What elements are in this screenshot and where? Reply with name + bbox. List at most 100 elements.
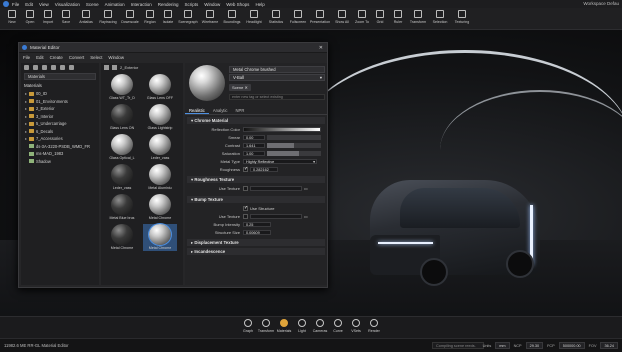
section-bump-texture[interactable]: ▾ Bump Texture [187, 196, 325, 203]
toolbar-boundings-button[interactable]: Boundings [221, 8, 243, 30]
material-thumbnail-selected[interactable]: Metal Chrome [143, 223, 177, 251]
material-thumbnail[interactable]: Glass Lightstrip [143, 104, 177, 131]
tab-npr[interactable]: NPR [232, 107, 249, 114]
folder-icon[interactable]: ▭ [304, 186, 308, 191]
contrast-slider[interactable] [267, 142, 321, 148]
toolbar-fullscreen-button[interactable]: Fullscreen [287, 8, 309, 30]
dock-transform-button[interactable]: Transform [257, 317, 275, 339]
toolbar-zoom-to-button[interactable]: Zoom To [353, 8, 371, 30]
material-thumbnail[interactable]: Glass Lens OFF [143, 74, 177, 101]
menu-help[interactable]: Help [255, 2, 264, 7]
menu-interaction[interactable]: Interaction [131, 2, 152, 7]
saturation-slider[interactable] [267, 150, 321, 156]
toolbar-raytracing-button[interactable]: Raytracing [97, 8, 119, 30]
menu-scripts[interactable]: Scripts [184, 2, 198, 7]
menu-view[interactable]: View [39, 2, 49, 7]
tree-item[interactable]: ▸ 2_Exterior [21, 105, 99, 113]
roughness-use-texture-checkbox[interactable] [243, 185, 248, 191]
tree-item[interactable]: ▸ 01_Environments [21, 98, 99, 106]
tree-item[interactable]: ds-3A-3220-PSDB_WMD_FR [21, 143, 99, 151]
material-thumbnail[interactable]: Metal Chrome [105, 224, 139, 251]
dock-cameras-button[interactable]: Cameras [311, 317, 329, 339]
tab-analytic[interactable]: Analytic [209, 107, 232, 114]
me-menu-convert[interactable]: Convert [69, 55, 84, 60]
tree-item[interactable]: ▸ 7_Accessories [21, 135, 99, 143]
dock-render-button[interactable]: Render [365, 317, 383, 339]
material-thumbnail[interactable]: Leder_vass [105, 164, 139, 191]
material-thumbnail[interactable]: Glass Lens ON [105, 104, 139, 131]
dock-vsets-button[interactable]: VSets [347, 317, 365, 339]
renderer-select[interactable]: V-Ball ▾ [229, 74, 325, 81]
menu-edit[interactable]: Edit [25, 2, 33, 7]
material-thumbnail[interactable]: Glass Optical_L [105, 134, 139, 161]
menu-rendering[interactable]: Rendering [158, 2, 179, 7]
toolbar-headlight-button[interactable]: Headlight [243, 8, 265, 30]
toolbar-save-button[interactable]: Save [57, 8, 75, 30]
menu-web-shops[interactable]: Web Shops [226, 2, 249, 7]
material-thumbnail[interactable]: Metal Aluminiu [143, 164, 177, 191]
dock-light-button[interactable]: Light [293, 317, 311, 339]
toolbar-downscale-button[interactable]: Downscale [119, 8, 141, 30]
delete-icon[interactable] [51, 65, 56, 70]
workspace-label[interactable]: Workspace Defau [583, 1, 619, 6]
material-name-field[interactable]: Metal Chrome brushed [229, 66, 325, 73]
add-icon[interactable] [24, 65, 29, 70]
menu-animation[interactable]: Animation [105, 2, 125, 7]
me-menu-file[interactable]: File [23, 55, 30, 60]
me-menu-window[interactable]: Window [108, 55, 124, 60]
smear-slider[interactable] [267, 134, 321, 140]
menu-icon[interactable] [69, 65, 74, 70]
folder-icon[interactable]: ▭ [304, 214, 308, 219]
smear-field[interactable]: 0.00 [243, 134, 265, 140]
bump-texture-field[interactable] [250, 213, 302, 219]
ncp-field[interactable]: 29.30 [525, 342, 544, 349]
copy-icon[interactable] [42, 65, 47, 70]
fov-field[interactable]: 36.24 [600, 342, 618, 349]
toolbar-selection-button[interactable]: Selection [429, 8, 451, 30]
metal-type-select[interactable]: Highly Reflective ▾ [243, 158, 317, 164]
tree-item[interactable]: ▸ 3_Interior [21, 113, 99, 121]
saturation-field[interactable]: 1.00 [243, 150, 265, 156]
fcp-field[interactable]: 500000.00 [558, 342, 585, 349]
material-thumbnail[interactable]: Metal Blue brus [105, 194, 139, 221]
close-icon[interactable]: ✕ [319, 45, 323, 51]
reflection-color-swatch[interactable] [243, 126, 321, 132]
tree-item[interactable]: ▸ 5_Undercarriage [21, 120, 99, 128]
material-thumbnail[interactable]: Metal Chrome [143, 194, 177, 221]
toolbar-statistics-button[interactable]: Statistics [265, 8, 287, 30]
menu-window[interactable]: Window [204, 2, 220, 7]
toolbar-ruler-button[interactable]: Ruler [389, 8, 407, 30]
menu-file[interactable]: File [12, 2, 19, 7]
toolbar-scenegraph-button[interactable]: Scenegraph [177, 8, 199, 30]
dock-curve-button[interactable]: Curve [329, 317, 347, 339]
contrast-field[interactable]: 1.641 [243, 142, 265, 148]
tag-input[interactable]: enter new tag or select existing [229, 94, 325, 100]
tree-item[interactable]: Shadow [21, 158, 99, 166]
material-thumbnail[interactable]: Leder_vass [143, 134, 177, 161]
tree-item[interactable]: ms-MAD_1983 [21, 150, 99, 158]
material-editor-titlebar[interactable]: Material Editor ✕ [19, 43, 327, 53]
bump-use-texture-checkbox[interactable] [243, 213, 248, 219]
toolbar-region-button[interactable]: Region [141, 8, 159, 30]
scene-tag-badge[interactable]: Scene ✕ [229, 84, 251, 91]
roughness-texture-field[interactable] [250, 185, 302, 191]
structure-size-field[interactable]: 0.00609 [243, 229, 271, 235]
roughness-field[interactable]: 0.282162 [250, 166, 278, 172]
up-icon[interactable] [112, 65, 117, 70]
tab-realistic[interactable]: Realistic [185, 107, 209, 114]
me-menu-select[interactable]: Select [90, 55, 102, 60]
toolbar-import-button[interactable]: Import [39, 8, 57, 30]
back-icon[interactable] [104, 65, 109, 70]
menu-visualization[interactable]: Visualization [55, 2, 80, 7]
toolbar-new-button[interactable]: New [3, 8, 21, 30]
section-chrome-material[interactable]: ▾ Chrome Material [187, 117, 325, 124]
me-menu-create[interactable]: Create [50, 55, 63, 60]
dock-graph-button[interactable]: Graph [239, 317, 257, 339]
toolbar-isolate-button[interactable]: Isolate [159, 8, 177, 30]
me-menu-edit[interactable]: Edit [36, 55, 44, 60]
toolbar-texturing-button[interactable]: Texturing [451, 8, 473, 30]
group-icon[interactable] [33, 65, 38, 70]
section-displacement-texture[interactable]: ▸ Displacement Texture [187, 239, 325, 246]
section-roughness-texture[interactable]: ▾ Roughness Texture [187, 176, 325, 183]
toolbar-antialias-button[interactable]: Antialias [75, 8, 97, 30]
